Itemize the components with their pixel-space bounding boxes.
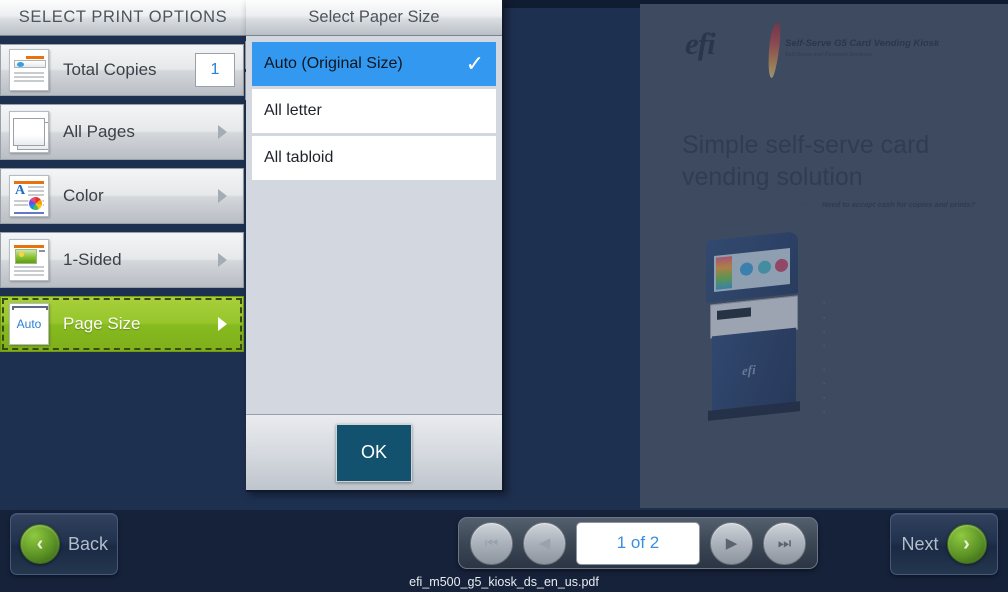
sidebar-title: SELECT PRINT OPTIONS [0,0,246,36]
option-label: Page Size [63,314,141,333]
option-label: 1-Sided [63,250,122,269]
document-filename: efi_m500_g5_kiosk_ds_en_us.pdf [409,575,599,589]
preview-bullet: 2D barcode scanner [822,366,982,377]
preview-paragraph: The G5 Card Vending Kiosk provides a com… [822,217,982,245]
skip-to-last-icon[interactable]: ⏭ [763,521,806,565]
paper-size-option-label: All letter [264,102,322,119]
page-navigation-bar: ⏮ ◀ 1 of 2 ▶ ⏭ [458,517,818,569]
preview-bullet: 19" capacitive touch screen [822,299,982,310]
preview-column-heading: Need to accept cash for copies and print… [822,200,976,209]
print-options-screen: efi Self-Serve G5 Card Vending Kiosk Sel… [0,0,1008,592]
printer-tray-icon [9,49,49,91]
kiosk-photo: efi [698,231,808,421]
page-indicator-field[interactable]: 1 of 2 [576,521,700,565]
document-preview[interactable]: efi Self-Serve G5 Card Vending Kiosk Sel… [640,4,1008,508]
option-row-color[interactable]: A Color [0,168,244,224]
color-wheel-icon [28,196,43,211]
preview-logo-tagline-2: Self-Serve and Payment Systems [785,52,872,58]
preview-bullet: Multi-directional bill acceptor that hol… [822,342,982,363]
option-row-sides[interactable]: 1-Sided [0,232,244,288]
back-button[interactable]: ‹ Back [10,513,118,575]
total-copies-row[interactable]: Total Copies 1 [0,41,283,100]
preview-text-column: Need to accept cash for copies and print… [822,200,982,423]
chevron-right-circle-icon: › [946,524,987,564]
preview-logo-tagline-1: Self-Serve G5 Card Vending Kiosk [785,38,940,49]
dialog-title: Select Paper Size [246,0,502,36]
previous-page-icon[interactable]: ◀ [523,521,566,565]
dialog-footer: OK [246,414,502,490]
efi-flame-icon [766,21,782,79]
option-row-all-pages[interactable]: All Pages [0,104,244,160]
back-button-label: Back [67,533,109,554]
auto-size-icon-label: Auto [16,317,42,331]
preview-bullet: Optional PIN terminal mounting bracket [822,394,982,405]
print-options-list: Total Copies 1 All Pages A Color 1-Sided… [0,41,283,360]
paper-size-option-tabloid[interactable]: All tabloid [252,136,496,180]
auto-size-icon: Auto [9,303,49,345]
next-page-icon[interactable]: ▶ [710,521,753,565]
preview-paragraph: By allowing cash customers to dispense a… [822,254,980,292]
preview-headline: Simple self-serve card vending solution [682,131,930,191]
pages-icon [9,111,49,153]
preview-bullet: Capacity for 300 cards [822,328,982,339]
paper-size-option-label: Auto (Original Size) [264,55,403,72]
paper-size-option-label: All tabloid [264,149,334,166]
chevron-right-icon [218,317,227,331]
efi-logo-text: efi [685,26,716,61]
chevron-left-circle-icon: ‹ [19,524,60,564]
next-button-label: Next [901,533,939,554]
chevron-right-icon [218,125,227,139]
option-row-page-size[interactable]: Auto Page Size [0,296,244,352]
print-options-sidebar: SELECT PRINT OPTIONS Total Copies 1 All … [0,0,283,592]
next-button[interactable]: Next › [890,513,998,575]
total-copies-input[interactable]: 1 [195,53,235,87]
skip-to-first-icon[interactable]: ⏮ [470,521,513,565]
paper-size-option-letter[interactable]: All letter [252,89,496,133]
color-doc-icon: A [9,175,49,217]
preview-bullet: Optional coin acceptor [822,380,982,391]
check-icon: ✓ [465,51,484,76]
paper-size-option-auto[interactable]: Auto (Original Size) ✓ [252,42,496,86]
preview-bullet: High-speed thermal receipt printing [822,313,982,325]
option-label: Color [63,186,104,205]
chevron-right-icon [218,189,227,203]
total-copies-label: Total Copies [63,60,157,79]
paper-size-option-list: Auto (Original Size) ✓ All letter All ta… [246,42,502,180]
paper-size-dialog: Select Paper Size Auto (Original Size) ✓… [246,0,504,492]
ok-button[interactable]: OK [336,423,412,482]
preview-bullet: Support for customized skins and signage [822,408,982,419]
efi-logo: efi Self-Serve G5 Card Vending Kiosk Sel… [685,21,939,79]
chevron-right-icon [218,253,227,267]
option-label: All Pages [63,122,135,141]
one-sided-doc-icon [9,239,49,281]
